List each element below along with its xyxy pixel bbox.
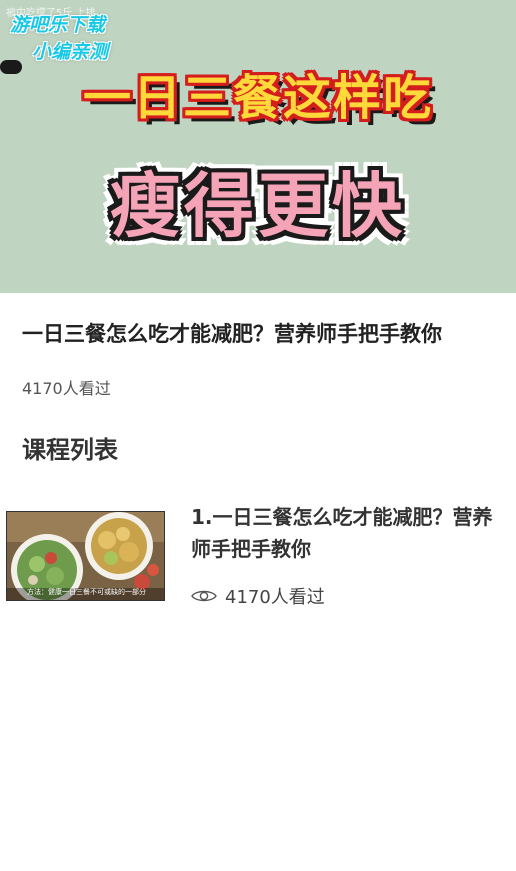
lesson-list-heading: 课程列表 bbox=[22, 436, 118, 464]
cover-banner[interactable]: 被中吃撑了5斤 上排… 游吧乐下载 小编亲测 一日三餐这样吃 瘦得更快 bbox=[0, 0, 516, 293]
lesson-item[interactable]: 方法：健康一日三餐不可或缺的一部分 1.一日三餐怎么吃才能减肥？营养师手把手教你… bbox=[0, 500, 516, 610]
lesson-title[interactable]: 1.一日三餐怎么吃才能减肥？营养师手把手教你 bbox=[191, 501, 511, 565]
thumbnail-caption: 方法：健康一日三餐不可或缺的一部分 bbox=[27, 588, 146, 596]
cover-headline-1: 一日三餐这样吃 bbox=[82, 70, 433, 126]
watermark-line-1: 游吧乐下载 bbox=[10, 14, 106, 36]
lesson-view-count-text: 4170人看过 bbox=[225, 587, 325, 608]
eye-icon bbox=[191, 590, 217, 602]
cover-headline-2: 瘦得更快 bbox=[110, 165, 406, 247]
course-view-count: 4170人看过 bbox=[22, 379, 111, 398]
course-title: 一日三餐怎么吃才能减肥？营养师手把手教你 bbox=[22, 322, 442, 346]
lesson-thumbnail[interactable]: 方法：健康一日三餐不可或缺的一部分 bbox=[6, 511, 165, 601]
lesson-view-count: 4170人看过 bbox=[191, 583, 325, 609]
